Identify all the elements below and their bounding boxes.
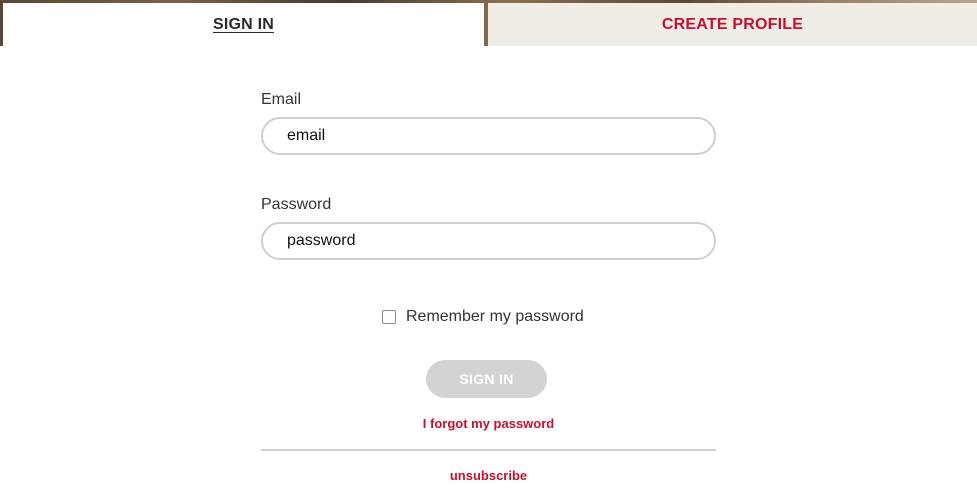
- remember-password-row: Remember my password: [382, 308, 584, 326]
- email-field[interactable]: [261, 117, 716, 155]
- password-label: Password: [261, 196, 332, 213]
- remember-password-checkbox[interactable]: [382, 310, 396, 324]
- password-group: Password: [261, 195, 716, 260]
- email-group: Email: [261, 90, 716, 155]
- unsubscribe-link[interactable]: unsubscribe: [261, 468, 716, 483]
- email-label: Email: [261, 91, 302, 108]
- divider: [261, 449, 716, 451]
- tab-sign-in[interactable]: SIGN IN: [3, 3, 484, 46]
- auth-tabs: SIGN IN CREATE PROFILE: [0, 0, 977, 46]
- remember-password-label[interactable]: Remember my password: [406, 308, 584, 326]
- tab-create-profile-label: CREATE PROFILE: [661, 15, 804, 33]
- sign-in-button[interactable]: SIGN IN: [426, 360, 547, 398]
- tab-sign-in-label: SIGN IN: [213, 15, 274, 33]
- forgot-password-link[interactable]: I forgot my password: [261, 416, 716, 431]
- tab-create-profile[interactable]: CREATE PROFILE: [488, 3, 977, 46]
- password-field[interactable]: [261, 222, 716, 260]
